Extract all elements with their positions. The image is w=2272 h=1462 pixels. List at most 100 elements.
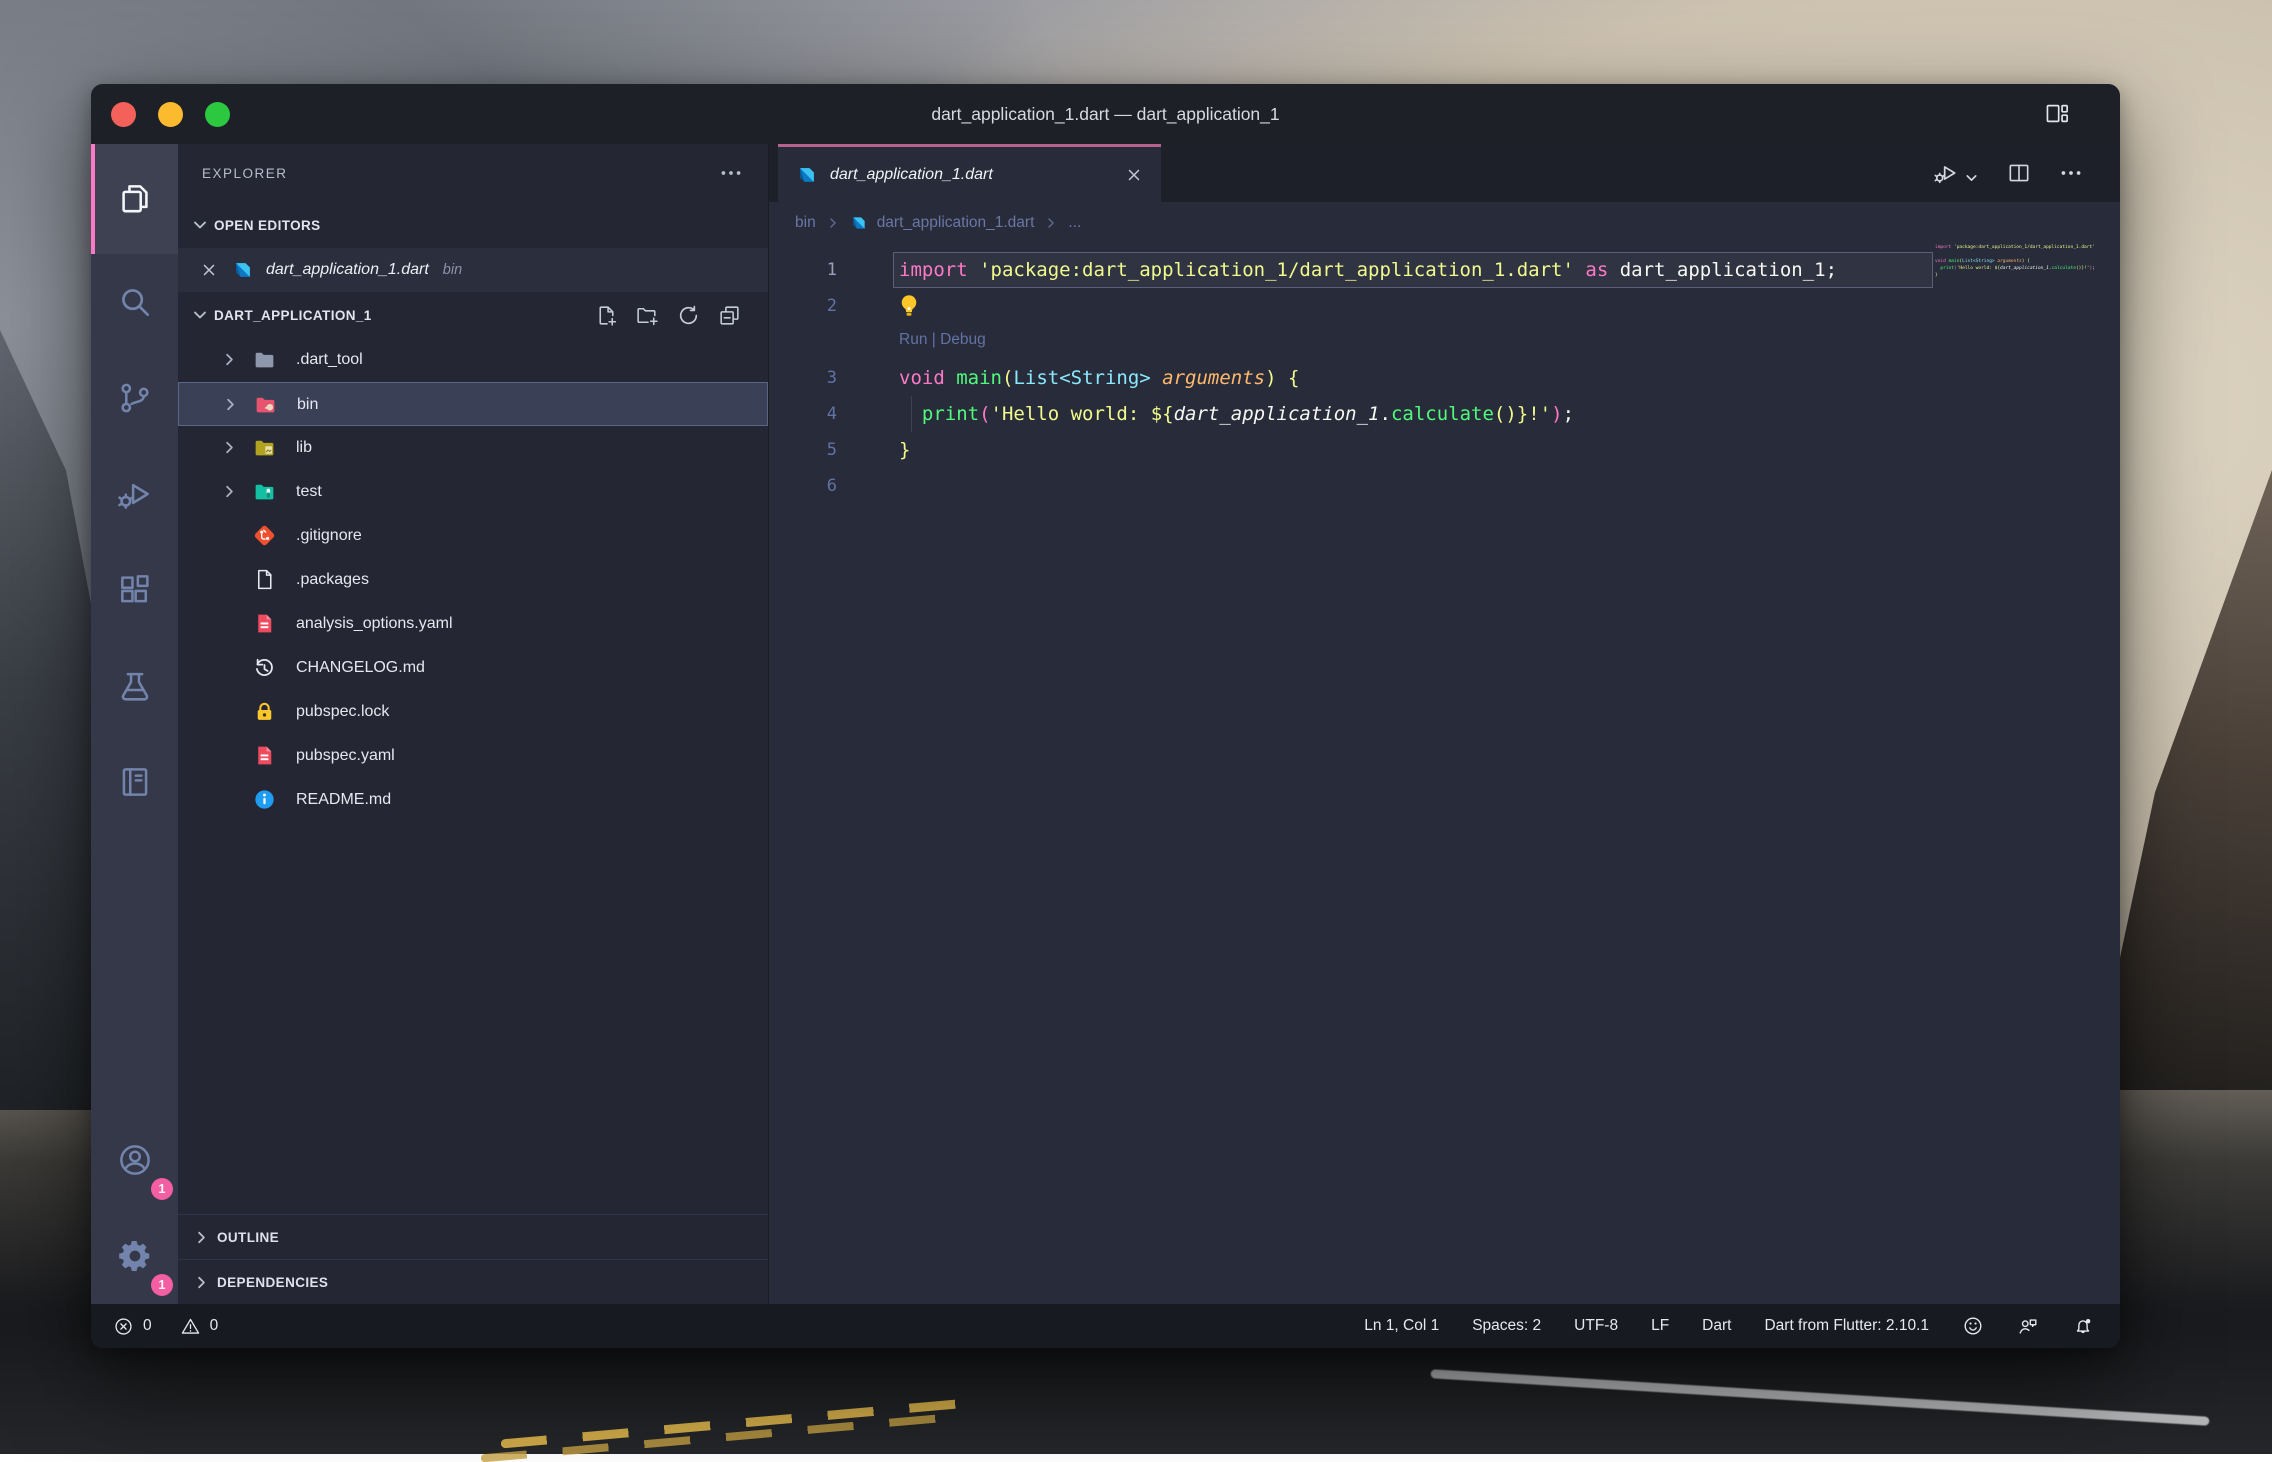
breadcrumb-folder[interactable]: bin <box>795 214 816 232</box>
activity-item-accounts[interactable]: 1 <box>91 1112 178 1208</box>
info-icon <box>252 787 277 812</box>
tree-item-lib[interactable]: lib <box>178 426 768 470</box>
customize-layout-icon[interactable] <box>2042 100 2072 127</box>
feedback-icon[interactable] <box>2017 1315 2039 1337</box>
run-or-debug-button[interactable] <box>1933 160 1980 186</box>
project-section-header[interactable]: DART_APPLICATION_1 <box>178 292 768 338</box>
tree-item-pubspec-lock[interactable]: pubspec.lock <box>178 690 768 734</box>
new-folder-icon[interactable] <box>635 303 660 328</box>
chevron-right-icon <box>1043 215 1059 231</box>
explorer-sidebar: EXPLORER OPEN EDITORS dart_application_1… <box>178 144 768 1304</box>
breadcrumb-file[interactable]: dart_application_1.dart <box>877 214 1035 232</box>
activity-item-explorer[interactable] <box>91 144 178 254</box>
folder-tool-icon <box>252 347 277 372</box>
open-editors-label: OPEN EDITORS <box>214 218 321 233</box>
breadcrumb-symbol[interactable]: ... <box>1068 214 1081 232</box>
tab-dart-application-1[interactable]: dart_application_1.dart <box>778 144 1161 202</box>
dart-icon <box>850 214 868 232</box>
code-line-2: 2 <box>769 288 1935 324</box>
tree-item--packages[interactable]: .packages <box>178 558 768 602</box>
codelens-run-link[interactable]: Run <box>899 331 927 348</box>
open-editor-item[interactable]: dart_application_1.dart bin <box>178 248 768 292</box>
yaml-red-icon <box>252 743 277 768</box>
chevron-right-icon <box>192 1228 211 1247</box>
section-dependencies[interactable]: DEPENDENCIES <box>178 1259 768 1304</box>
collapse-all-icon[interactable] <box>717 303 742 328</box>
line-number: 1 <box>769 252 837 288</box>
badge-count: 1 <box>151 1274 173 1296</box>
new-file-icon[interactable] <box>594 303 619 328</box>
gear-icon <box>116 1237 154 1275</box>
tree-item-pubspec-yaml[interactable]: pubspec.yaml <box>178 734 768 778</box>
tree-item-test[interactable]: test <box>178 470 768 514</box>
dart-icon <box>796 164 818 186</box>
status-bar: 00 Ln 1, Col 1 Spaces: 2 UTF-8 LF Dart Dart f… <box>91 1304 2120 1348</box>
project-actions <box>594 303 760 328</box>
status-indentation[interactable]: Spaces: 2 <box>1472 1317 1541 1335</box>
status-cursor-position[interactable]: Ln 1, Col 1 <box>1364 1317 1439 1335</box>
project-name-label: DART_APPLICATION_1 <box>214 308 372 323</box>
activity-item-run-and-debug[interactable] <box>91 446 178 542</box>
tree-item-bin[interactable]: bin <box>178 382 768 426</box>
editor-group: dart_application_1.dart bin dart_applica… <box>768 144 2120 1304</box>
section-label: OUTLINE <box>217 1230 279 1245</box>
code-line-1: 1import 'package:dart_application_1/dart… <box>769 252 1935 288</box>
vscode-window: dart_application_1.dart — dart_applicati… <box>91 84 2120 1348</box>
activity-item-source-control[interactable] <box>91 350 178 446</box>
line-number: 6 <box>769 468 837 504</box>
status-encoding[interactable]: UTF-8 <box>1574 1317 1618 1335</box>
sidebar-bottom-sections: OUTLINE DEPENDENCIES <box>178 1214 768 1304</box>
codelens-run-debug[interactable]: Run | Debug <box>769 324 1935 360</box>
yaml-red-icon <box>252 611 277 636</box>
badge-count: 1 <box>151 1178 173 1200</box>
tree-item--dart-tool[interactable]: .dart_tool <box>178 338 768 382</box>
codelens-debug-link[interactable]: Debug <box>940 331 986 348</box>
chevron-right-icon <box>825 215 841 231</box>
activity-item-settings[interactable]: 1 <box>91 1208 178 1304</box>
more-actions-button[interactable] <box>2058 160 2084 186</box>
split-editor-button[interactable] <box>2006 160 2032 186</box>
chevron-right-icon <box>220 482 239 501</box>
line-number: 5 <box>769 432 837 468</box>
tab-bar: dart_application_1.dart <box>769 144 2120 202</box>
tree-item-README-md[interactable]: README.md <box>178 778 768 822</box>
close-editor-icon[interactable] <box>200 261 218 279</box>
bell-icon[interactable] <box>2072 1315 2094 1337</box>
minimap[interactable]: import 'package:dart_application_1/dart_… <box>1935 244 2095 1304</box>
lightbulb-icon[interactable] <box>895 292 923 320</box>
breadcrumb: bin dart_application_1.dart ... <box>769 202 2120 244</box>
code-line-4: 4 print('Hello world: ${dart_application… <box>769 396 1935 432</box>
close-tab-icon[interactable] <box>1125 166 1143 184</box>
explorer-more-actions-icon[interactable] <box>718 160 744 186</box>
activity-item-extensions[interactable] <box>91 542 178 638</box>
status-dart-sdk-version[interactable]: Dart from Flutter: 2.10.1 <box>1764 1317 1929 1335</box>
tree-item-CHANGELOG-md[interactable]: CHANGELOG.md <box>178 646 768 690</box>
activity-item-notebook[interactable] <box>91 734 178 830</box>
window-title: dart_application_1.dart — dart_applicati… <box>91 84 2120 144</box>
lock-icon <box>252 699 277 724</box>
activity-item-search[interactable] <box>91 254 178 350</box>
tree-item-label: analysis_options.yaml <box>296 602 453 646</box>
folder-lib-icon <box>252 435 277 460</box>
tree-item--gitignore[interactable]: .gitignore <box>178 514 768 558</box>
tree-item-analysis-options-yaml[interactable]: analysis_options.yaml <box>178 602 768 646</box>
title-bar[interactable]: dart_application_1.dart — dart_applicati… <box>91 84 2120 144</box>
code-area[interactable]: 1import 'package:dart_application_1/dart… <box>769 244 1935 1304</box>
notebook-icon <box>116 763 154 801</box>
refresh-icon[interactable] <box>676 303 701 328</box>
status-eol[interactable]: LF <box>1651 1317 1669 1335</box>
chevron-right-icon <box>220 438 239 457</box>
git-icon <box>252 523 277 548</box>
warning-icon <box>180 1316 201 1337</box>
tree-item-label: pubspec.yaml <box>296 734 395 778</box>
activity-item-testing[interactable] <box>91 638 178 734</box>
open-editors-header[interactable]: OPEN EDITORS <box>178 202 768 248</box>
extensions-icon <box>116 571 154 609</box>
folder-test-icon <box>252 479 277 504</box>
problems-status[interactable]: 00 <box>91 1316 237 1337</box>
smiley-icon[interactable] <box>1962 1315 1984 1337</box>
section-outline[interactable]: OUTLINE <box>178 1214 768 1259</box>
status-language-mode[interactable]: Dart <box>1702 1317 1731 1335</box>
tree-item-label: .packages <box>296 558 369 602</box>
files-icon <box>116 180 154 218</box>
